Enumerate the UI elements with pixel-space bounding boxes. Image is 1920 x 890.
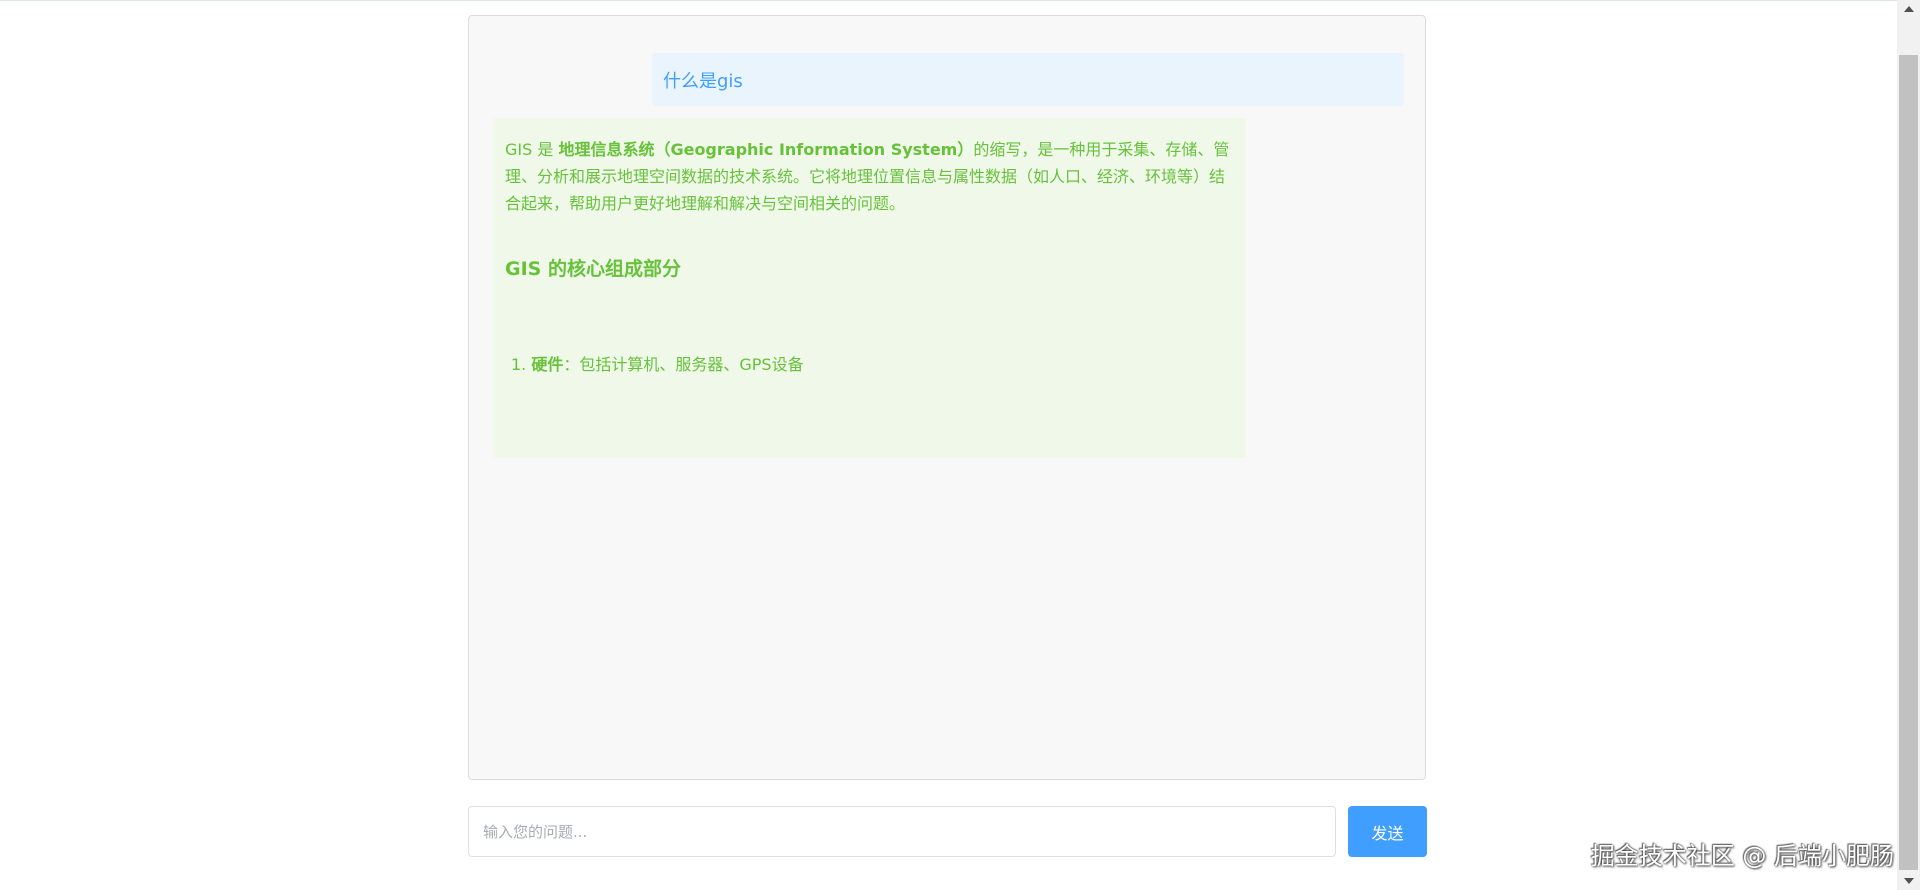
user-message-bubble: 什么是gis [652, 53, 1404, 106]
scroll-down-arrow-icon[interactable] [1897, 873, 1920, 890]
chat-history-panel[interactable]: 什么是gis GIS 是 地理信息系统（Geographic Informati… [468, 15, 1426, 780]
bot-intro-bold: 地理信息系统（Geographic Information System） [558, 140, 974, 159]
scroll-up-arrow-icon[interactable] [1897, 0, 1920, 17]
top-border [0, 0, 1897, 1]
list-item: 1. 硬件：包括计算机、服务器、GPS设备 [511, 353, 1234, 377]
list-item-bold: 硬件 [531, 355, 564, 374]
list-item-text: ：包括计算机、服务器、GPS设备 [563, 355, 804, 374]
user-message-text: 什么是gis [663, 70, 743, 92]
send-button[interactable]: 发送 [1348, 806, 1427, 857]
chat-page: 什么是gis GIS 是 地理信息系统（Geographic Informati… [0, 0, 1920, 890]
list-item-number: 1. [511, 355, 532, 374]
watermark: 掘金技术社区 @ 后端小肥肠 [1590, 842, 1894, 870]
scrollbar-thumb[interactable] [1899, 55, 1918, 870]
question-input[interactable] [468, 806, 1336, 857]
page-scrollbar[interactable] [1897, 0, 1920, 890]
bot-intro-prefix: GIS 是 [505, 140, 559, 159]
bot-message-bubble: GIS 是 地理信息系统（Geographic Information Syst… [493, 118, 1246, 458]
bot-intro-paragraph: GIS 是 地理信息系统（Geographic Information Syst… [505, 136, 1234, 217]
bot-section-heading: GIS 的核心组成部分 [505, 258, 681, 280]
bot-component-list: 1. 硬件：包括计算机、服务器、GPS设备 [505, 353, 1234, 377]
